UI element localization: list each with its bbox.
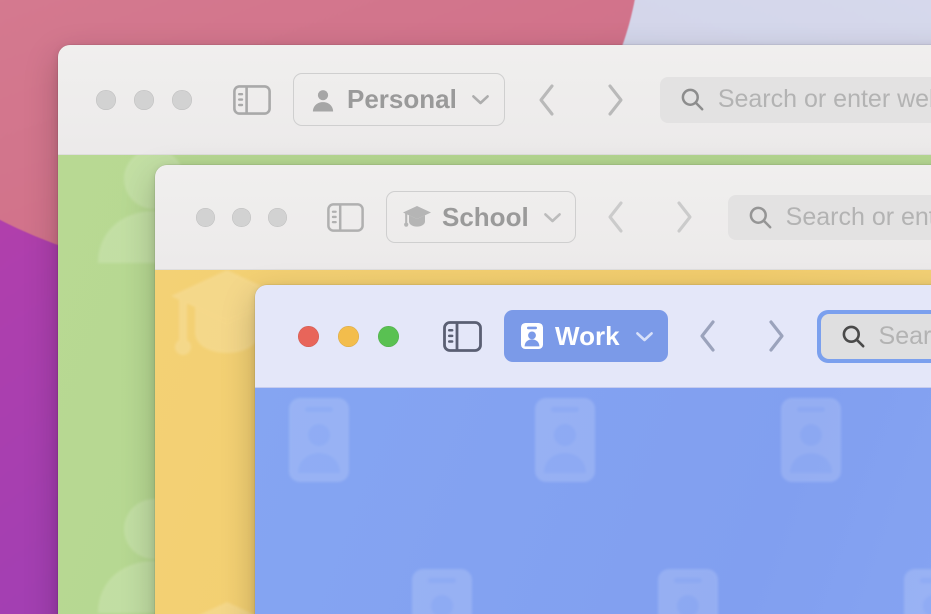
navigation-buttons-school <box>606 200 694 234</box>
profile-switcher-work[interactable]: Work <box>504 310 668 362</box>
navigation-buttons-work <box>698 319 786 353</box>
back-button[interactable] <box>537 83 557 117</box>
minimize-button[interactable] <box>134 89 154 110</box>
id-badge-icon <box>412 569 472 614</box>
search-placeholder-school: Search or enter website name <box>785 202 931 231</box>
minimize-button[interactable] <box>338 325 359 347</box>
content-area-work <box>255 388 931 614</box>
sidebar-toggle-icon <box>327 202 364 232</box>
search-field-personal[interactable]: Search or enter website name <box>659 76 931 123</box>
traffic-lights-personal <box>96 89 192 110</box>
minimize-button[interactable] <box>232 207 251 227</box>
toolbar-personal: Personal Search or enter website na <box>58 45 931 155</box>
id-badge-icon <box>904 569 931 614</box>
profile-switcher-school[interactable]: School <box>386 191 576 243</box>
id-badge-icon <box>535 398 595 482</box>
id-badge-icon <box>521 323 543 349</box>
sidebar-toggle-work[interactable] <box>443 320 482 352</box>
traffic-lights-school <box>196 207 287 227</box>
sidebar-toggle-icon <box>443 320 482 352</box>
search-field-school[interactable]: Search or enter website name <box>727 194 931 240</box>
profile-switcher-personal[interactable]: Personal <box>293 73 505 126</box>
traffic-lights-work <box>298 325 399 347</box>
search-icon <box>749 206 772 228</box>
profile-name-work: Work <box>555 320 620 351</box>
sidebar-toggle-personal[interactable] <box>233 84 271 115</box>
profile-name-school: School <box>442 201 529 232</box>
graduation-cap-icon <box>403 206 431 227</box>
search-icon <box>681 88 704 111</box>
search-placeholder-personal: Search or enter website name <box>717 85 931 113</box>
forward-button[interactable] <box>766 319 786 353</box>
chevron-down-icon <box>543 212 561 222</box>
id-badge-icon <box>781 398 841 482</box>
forward-button[interactable] <box>674 200 694 234</box>
id-badge-icon <box>289 398 349 482</box>
close-button[interactable] <box>298 325 319 347</box>
toolbar-school: School Search or enter website name <box>155 165 931 270</box>
search-field-work[interactable]: Search or enter website name <box>820 313 931 359</box>
close-button[interactable] <box>96 89 116 110</box>
search-focus-ring-work: Search or enter website name <box>816 309 931 363</box>
back-button[interactable] <box>606 200 626 234</box>
profile-name-personal: Personal <box>347 84 457 114</box>
chevron-down-icon <box>635 331 653 341</box>
search-placeholder-work: Search or enter website name <box>878 321 931 350</box>
zoom-button[interactable] <box>172 89 192 110</box>
search-icon <box>842 325 865 348</box>
person-icon <box>312 89 334 111</box>
zoom-button[interactable] <box>378 325 399 347</box>
toolbar-work: Work Search or e <box>255 285 931 388</box>
desktop: Personal Search or enter website na <box>0 0 931 614</box>
sidebar-toggle-icon <box>233 84 271 115</box>
back-button[interactable] <box>698 319 718 353</box>
close-button[interactable] <box>196 207 215 227</box>
id-badge-icon <box>658 569 718 614</box>
navigation-buttons-personal <box>537 83 625 117</box>
sidebar-toggle-school[interactable] <box>327 202 364 232</box>
browser-window-work[interactable]: Work Search or e <box>255 285 931 614</box>
forward-button[interactable] <box>605 83 625 117</box>
zoom-button[interactable] <box>268 207 287 227</box>
chevron-down-icon <box>471 95 489 105</box>
